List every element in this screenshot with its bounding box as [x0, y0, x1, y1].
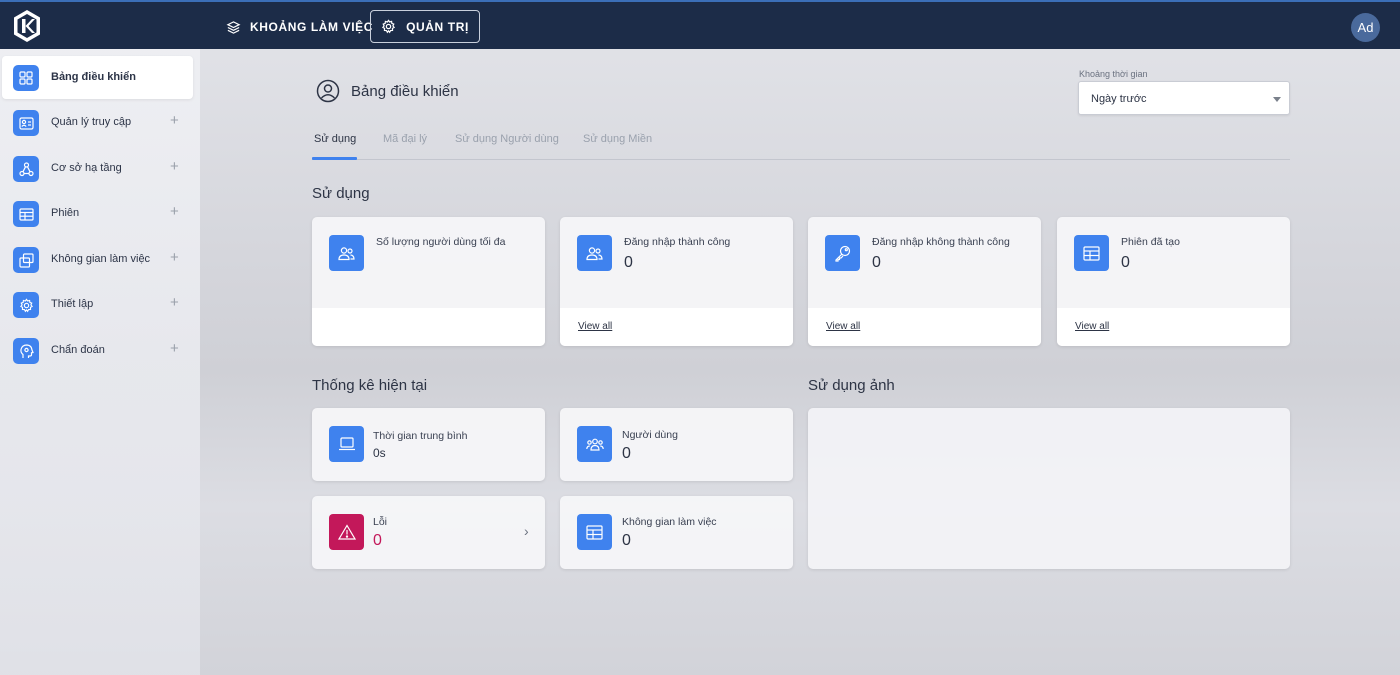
expand-plus-icon[interactable]: +: [170, 340, 179, 357]
sidebar-item-label: Không gian làm việc: [51, 253, 151, 265]
gear-icon: [381, 19, 396, 34]
users-icon: [577, 235, 612, 271]
expand-plus-icon[interactable]: +: [170, 112, 179, 129]
page-title: Bảng điều khiển: [351, 83, 459, 100]
top-navigation-bar: KHOẢNG LÀM VIỆC QUẢN TRỊ Ad: [0, 0, 1400, 49]
card-footer: View all: [808, 308, 1041, 346]
dropdown-caret-icon: [1273, 97, 1281, 102]
app-logo-icon[interactable]: [12, 9, 42, 43]
max-users-card: Số lượng người dùng tối đa: [312, 217, 545, 346]
card-value: 0: [872, 254, 881, 271]
table-icon: [1074, 235, 1109, 271]
expand-plus-icon[interactable]: +: [170, 158, 179, 175]
expand-plus-icon[interactable]: +: [170, 249, 179, 266]
laptop-icon: [329, 426, 364, 462]
card-label: Đăng nhập thành công: [624, 236, 731, 248]
user-avatar[interactable]: Ad: [1351, 13, 1380, 42]
card-label: Đăng nhập không thành công: [872, 236, 1010, 248]
windows-icon: [13, 247, 39, 273]
errors-card[interactable]: Lỗi 0 ›: [312, 496, 545, 569]
tab-user-usage[interactable]: Sử dụng Người dùng: [455, 133, 559, 145]
card-label: Phiên đã tạo: [1121, 236, 1180, 248]
card-footer: View all: [1057, 308, 1290, 346]
active-tab-indicator: [312, 157, 357, 160]
successful-logins-card: Đăng nhập thành công 0 View all: [560, 217, 793, 346]
average-time-card: Thời gian trung bình 0s: [312, 408, 545, 481]
usage-section-title: Sử dụng: [312, 185, 370, 202]
sidebar-item-label: Bảng điều khiển: [51, 71, 136, 83]
image-usage-section-title: Sử dụng ảnh: [808, 377, 895, 394]
card-label: Không gian làm việc: [622, 516, 717, 528]
sidebar-item-diagnostics[interactable]: Chẩn đoán +: [2, 329, 193, 372]
view-all-link[interactable]: View all: [826, 321, 860, 332]
card-value: 0: [373, 532, 382, 549]
users-icon: [329, 235, 364, 271]
workspace-nav-label: KHOẢNG LÀM VIỆC: [250, 20, 373, 34]
table-icon: [13, 201, 39, 227]
sidebar-item-label: Phiên: [51, 207, 80, 219]
tab-usage[interactable]: Sử dụng: [314, 133, 356, 145]
time-range-value: Ngày trước: [1091, 93, 1147, 105]
tabs-divider: [312, 159, 1290, 160]
admin-nav-label: QUẢN TRỊ: [406, 19, 469, 34]
card-label: Người dùng: [622, 429, 678, 441]
card-footer: [312, 308, 545, 346]
image-usage-panel: [808, 408, 1290, 569]
view-all-link[interactable]: View all: [1075, 321, 1109, 332]
sidebar-item-infrastructure[interactable]: Cơ sở hạ tầng +: [2, 147, 193, 190]
card-value: 0s: [373, 446, 386, 460]
sidebar-item-label: Quản lý truy cập: [51, 116, 132, 128]
warning-triangle-icon: [329, 514, 364, 550]
card-label: Thời gian trung bình: [373, 430, 468, 442]
time-range-label: Khoảng thời gian: [1079, 69, 1148, 79]
admin-nav-button[interactable]: QUẢN TRỊ: [370, 10, 480, 43]
sessions-created-card: Phiên đã tạo 0 View all: [1057, 217, 1290, 346]
card-value: 0: [1121, 254, 1130, 271]
failed-logins-card: Đăng nhập không thành công 0 View all: [808, 217, 1041, 346]
table-icon: [577, 514, 612, 550]
expand-plus-icon[interactable]: +: [170, 203, 179, 220]
id-card-icon: [13, 110, 39, 136]
workspace-nav-link[interactable]: KHOẢNG LÀM VIỆC: [226, 16, 373, 38]
sidebar-item-label: Thiết lập: [51, 298, 94, 310]
user-circle-icon: [316, 79, 340, 103]
expand-plus-icon[interactable]: +: [170, 294, 179, 311]
chevron-right-icon[interactable]: ›: [524, 523, 529, 539]
tab-agent-code[interactable]: Mã đại lý: [383, 133, 427, 145]
layers-icon: [226, 20, 241, 35]
sidebar-item-access-management[interactable]: Quản lý truy cập +: [2, 101, 193, 144]
card-footer: View all: [560, 308, 793, 346]
gear-icon: [13, 292, 39, 318]
head-diagnostic-icon: [13, 338, 39, 364]
sidebar-item-dashboard[interactable]: Bảng điều khiển: [2, 56, 193, 99]
card-value: 0: [622, 445, 631, 462]
time-range-select[interactable]: Ngày trước: [1078, 81, 1290, 115]
workspaces-stat-card: Không gian làm việc 0: [560, 496, 793, 569]
view-all-link[interactable]: View all: [578, 321, 612, 332]
user-group-icon: [577, 426, 612, 462]
sidebar-item-settings[interactable]: Thiết lập +: [2, 283, 193, 326]
card-value: 0: [624, 254, 633, 271]
sidebar-item-label: Chẩn đoán: [51, 344, 105, 356]
users-stat-card: Người dùng 0: [560, 408, 793, 481]
sidebar-item-workspaces[interactable]: Không gian làm việc +: [2, 238, 193, 281]
tab-domain-usage[interactable]: Sử dụng Miền: [583, 133, 652, 145]
card-value: 0: [622, 532, 631, 549]
network-nodes-icon: [13, 156, 39, 182]
dashboard-grid-icon: [13, 65, 39, 91]
key-icon: [825, 235, 860, 271]
sidebar-item-sessions[interactable]: Phiên +: [2, 192, 193, 235]
sidebar: Bảng điều khiển Quản lý truy cập + Cơ sở…: [0, 49, 200, 675]
current-stats-section-title: Thống kê hiện tại: [312, 377, 428, 394]
card-label: Số lượng người dùng tối đa: [376, 236, 506, 248]
card-label: Lỗi: [373, 516, 388, 528]
sidebar-item-label: Cơ sở hạ tầng: [51, 162, 122, 174]
